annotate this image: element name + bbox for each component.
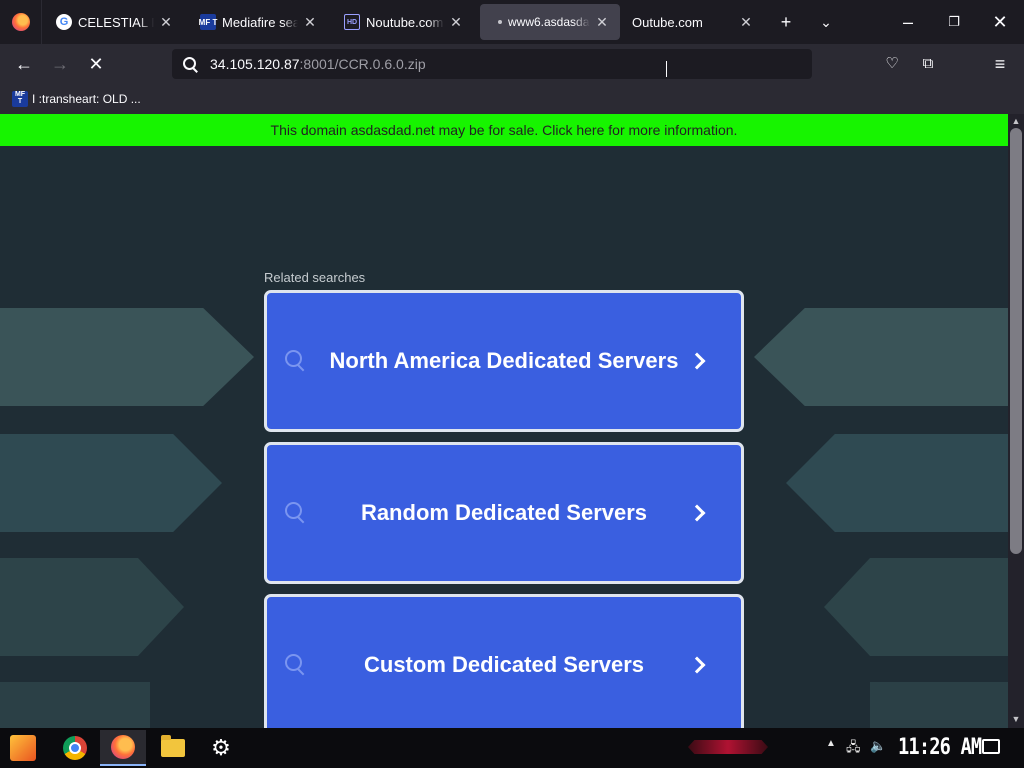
stop-button[interactable]: ✕ xyxy=(84,52,108,76)
tab-noutube[interactable]: HD Noutube.com is ✕ xyxy=(334,4,474,40)
tab-celestial[interactable]: G CELESTIAL RE ✕ xyxy=(46,4,184,40)
firefox-icon xyxy=(11,13,30,31)
loading-dot-icon xyxy=(498,20,502,24)
list-all-tabs-icon[interactable]: ⌄ xyxy=(814,10,838,34)
related-search-link[interactable]: North America Dedicated Servers xyxy=(264,290,744,432)
tab-title: Mediafire searc xyxy=(222,14,298,30)
chevron-up-icon[interactable]: ▲ xyxy=(826,738,836,749)
close-tab-icon[interactable]: ✕ xyxy=(448,14,464,31)
taskbar: ⚙ ▲ 🖧 🔈 11:26 AM xyxy=(0,728,1024,768)
bookmarks-toolbar: MF T I :transheart: OLD ... xyxy=(0,84,1024,114)
chevron-right-icon xyxy=(688,352,706,370)
decorative-shape xyxy=(786,434,1008,532)
taskbar-file-explorer[interactable] xyxy=(150,730,196,766)
app-menu-icon[interactable]: ≡ xyxy=(988,52,1012,76)
minimize-icon[interactable]: – xyxy=(896,10,920,34)
chevron-right-icon xyxy=(688,656,706,674)
tab-title: www6.asdasdad xyxy=(508,15,590,29)
system-clock[interactable]: 11:26 AM xyxy=(898,735,982,760)
network-icon[interactable]: 🖧 xyxy=(846,738,861,760)
back-button[interactable]: ← xyxy=(12,52,36,76)
tab-title: CELESTIAL RE xyxy=(78,14,154,30)
pocket-icon[interactable]: ♡ xyxy=(880,52,904,76)
taskbar-settings[interactable]: ⚙ xyxy=(198,730,244,766)
folder-icon xyxy=(161,735,185,757)
chevron-right-icon xyxy=(688,504,706,522)
decorative-shape xyxy=(754,308,1008,406)
related-search-label: Random Dedicated Servers xyxy=(360,500,648,525)
decorative-shape xyxy=(870,682,1008,728)
close-tab-icon[interactable]: ✕ xyxy=(158,14,174,31)
tab-title: Outube.com xyxy=(632,14,703,30)
decorative-bar xyxy=(688,740,768,754)
close-window-icon[interactable]: ✕ xyxy=(988,10,1012,34)
extensions-icon[interactable]: ⧉ xyxy=(916,52,940,76)
related-search-label: North America Dedicated Servers xyxy=(329,348,679,373)
url-path: :8001/CCR.0.6.0.zip xyxy=(299,56,426,72)
chrome-icon xyxy=(63,736,87,760)
scroll-up-icon[interactable]: ▲ xyxy=(1011,116,1021,126)
tab-strip: G CELESTIAL RE ✕ MF T Mediafire searc ✕ … xyxy=(0,0,1024,44)
hd-icon: HD xyxy=(344,14,360,30)
tab-outube[interactable]: Outube.com ✕ xyxy=(622,4,764,40)
start-button[interactable] xyxy=(0,730,46,766)
start-icon xyxy=(10,735,36,761)
search-icon xyxy=(285,654,307,676)
taskbar-chrome[interactable] xyxy=(52,730,98,766)
gear-icon: ⚙ xyxy=(211,735,231,760)
page-content: This domain asdasdad.net may be for sale… xyxy=(0,114,1008,728)
notification-icon[interactable] xyxy=(982,739,1000,754)
close-tab-icon[interactable]: ✕ xyxy=(738,14,754,31)
vertical-scrollbar[interactable]: ▲ ▼ xyxy=(1008,114,1024,728)
decorative-shape xyxy=(824,558,1008,656)
navigation-toolbar: ← → ✕ 34.105.120.87:8001/CCR.0.6.0.zip ♡… xyxy=(0,44,1024,84)
url-bar[interactable]: 34.105.120.87:8001/CCR.0.6.0.zip xyxy=(172,49,812,79)
url-host: 34.105.120.87 xyxy=(210,56,300,72)
domain-sale-banner[interactable]: This domain asdasdad.net may be for sale… xyxy=(0,114,1008,146)
related-searches-heading: Related searches xyxy=(264,270,366,285)
google-icon: G xyxy=(56,14,72,30)
scroll-down-icon[interactable]: ▼ xyxy=(1011,714,1021,724)
search-icon xyxy=(285,502,307,524)
firefox-icon xyxy=(111,735,135,759)
mediafire-icon: MF T xyxy=(199,14,217,30)
related-search-link[interactable]: Random Dedicated Servers xyxy=(264,442,744,584)
restore-icon[interactable]: ❐ xyxy=(942,10,966,34)
bookmark-item[interactable]: I :transheart: OLD ... xyxy=(32,92,141,106)
scroll-thumb[interactable] xyxy=(1010,128,1022,554)
related-search-label: Custom Dedicated Servers xyxy=(364,652,644,677)
volume-icon[interactable]: 🔈 xyxy=(870,738,886,754)
tab-title: Noutube.com is xyxy=(366,14,444,30)
search-icon xyxy=(182,56,198,72)
text-cursor-icon xyxy=(666,61,668,77)
firefox-view-button[interactable] xyxy=(0,0,42,44)
tab-mediafire[interactable]: MF T Mediafire searc ✕ xyxy=(190,4,328,40)
close-tab-icon[interactable]: ✕ xyxy=(594,14,610,31)
forward-button[interactable]: → xyxy=(48,52,72,76)
taskbar-firefox[interactable] xyxy=(100,730,146,766)
decorative-shape xyxy=(0,682,150,728)
related-search-link[interactable]: Custom Dedicated Servers xyxy=(264,594,744,728)
mediafire-icon: MF T xyxy=(12,91,28,107)
decorative-shape xyxy=(0,308,254,406)
close-tab-icon[interactable]: ✕ xyxy=(302,14,318,31)
new-tab-icon[interactable]: + xyxy=(774,10,798,34)
search-icon xyxy=(285,350,307,372)
decorative-shape xyxy=(0,558,184,656)
decorative-shape xyxy=(0,434,222,532)
tab-asdasdad[interactable]: www6.asdasdad ✕ xyxy=(480,4,620,40)
